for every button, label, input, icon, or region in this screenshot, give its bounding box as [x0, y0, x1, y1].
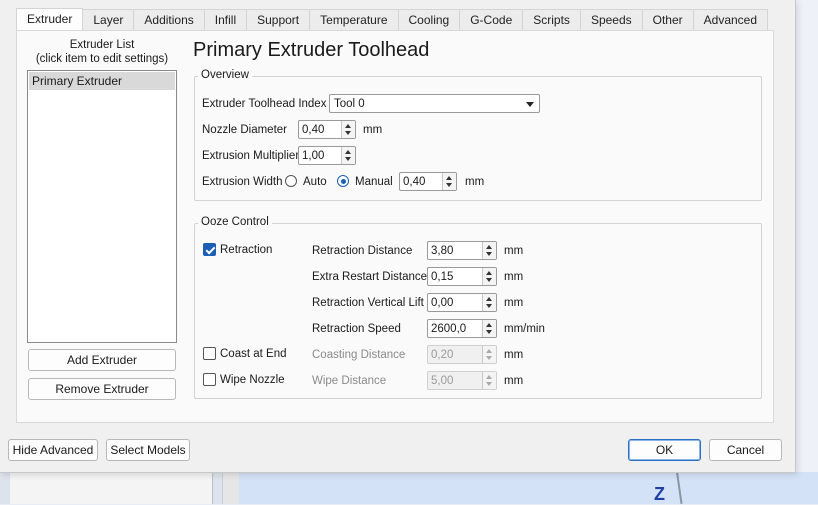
tab-other[interactable]: Other — [642, 9, 694, 31]
tab-extruder[interactable]: Extruder — [16, 8, 84, 31]
stepper-arrows-icon[interactable] — [341, 147, 355, 164]
coast-at-end-label: Coast at End — [220, 348, 287, 360]
extruder-list-header: Extruder List (click item to edit settin… — [27, 38, 177, 66]
tab-additions[interactable]: Additions — [134, 9, 205, 31]
tab-temperature[interactable]: Temperature — [310, 9, 399, 31]
page-title: Primary Extruder Toolhead — [193, 39, 430, 61]
extrusion-width-manual-label: Manual — [355, 176, 393, 188]
extruder-list[interactable]: Primary Extruder — [27, 70, 177, 343]
wipe-distance-stepper: 5,00 — [427, 371, 497, 390]
ooze-control-group-title: Ooze Control — [198, 216, 272, 228]
stepper-arrows-icon — [482, 372, 496, 389]
extrusion-width-label: Extrusion Width — [202, 176, 283, 188]
background-3d-viewport — [239, 472, 818, 504]
extrusion-width-auto-label: Auto — [303, 176, 327, 188]
settings-tab-bar: Extruder Layer Additions Infill Support … — [16, 8, 769, 31]
tab-speeds[interactable]: Speeds — [580, 9, 643, 31]
wipe-nozzle-label: Wipe Nozzle — [220, 374, 285, 386]
nozzle-diameter-unit: mm — [363, 124, 383, 136]
extruder-list-hint: (click item to edit settings) — [35, 53, 169, 65]
extrusion-width-manual-radio[interactable] — [337, 175, 349, 187]
nozzle-diameter-label: Nozzle Diameter — [202, 124, 287, 136]
retraction-vertical-lift-unit: mm — [504, 297, 524, 309]
wipe-nozzle-checkbox[interactable] — [203, 373, 216, 386]
retraction-checkbox[interactable] — [203, 243, 216, 256]
coasting-distance-unit: mm — [504, 349, 524, 361]
extrusion-multiplier-label: Extrusion Multiplier — [202, 150, 300, 162]
background-splitter — [222, 472, 240, 504]
z-axis-label: Z — [654, 484, 665, 504]
stepper-arrows-icon[interactable] — [482, 320, 496, 337]
coasting-distance-stepper: 0,20 — [427, 345, 497, 364]
chevron-down-icon — [526, 102, 534, 107]
retraction-distance-stepper[interactable]: 3,80 — [427, 241, 497, 260]
ok-button[interactable]: OK — [628, 439, 701, 461]
process-settings-dialog: Extruder Layer Additions Infill Support … — [0, 0, 796, 473]
wipe-distance-unit: mm — [504, 375, 524, 387]
wipe-distance-value: 5,00 — [431, 375, 454, 387]
coasting-distance-value: 0,20 — [431, 349, 454, 361]
extrusion-width-value: 0,40 — [403, 176, 426, 188]
tab-cooling[interactable]: Cooling — [398, 9, 461, 31]
extrusion-multiplier-value: 1,00 — [302, 150, 325, 162]
retraction-speed-stepper[interactable]: 2600,0 — [427, 319, 497, 338]
stepper-arrows-icon[interactable] — [442, 173, 456, 190]
retraction-vertical-lift-stepper[interactable]: 0,00 — [427, 293, 497, 312]
stepper-arrows-icon[interactable] — [482, 294, 496, 311]
retraction-vertical-lift-label: Retraction Vertical Lift — [312, 297, 424, 309]
extrusion-width-auto-radio[interactable] — [285, 175, 297, 187]
retraction-speed-value: 2600,0 — [431, 323, 467, 335]
nozzle-diameter-stepper[interactable]: 0,40 — [298, 120, 356, 139]
stepper-arrows-icon[interactable] — [341, 121, 355, 138]
tab-infill[interactable]: Infill — [204, 9, 248, 31]
extrusion-width-unit: mm — [465, 176, 485, 188]
coast-at-end-checkbox[interactable] — [203, 347, 216, 360]
retraction-speed-unit: mm/min — [504, 323, 545, 335]
tab-g-code[interactable]: G-Code — [460, 9, 524, 31]
extrusion-multiplier-stepper[interactable]: 1,00 — [298, 146, 356, 165]
extra-restart-distance-value: 0,15 — [431, 271, 454, 283]
tab-layer[interactable]: Layer — [83, 9, 135, 31]
tab-scripts[interactable]: Scripts — [523, 9, 581, 31]
overview-group-title: Overview — [198, 69, 252, 81]
tab-advanced[interactable]: Advanced — [693, 9, 769, 31]
stepper-arrows-icon[interactable] — [482, 242, 496, 259]
background-window-right — [795, 0, 818, 504]
nozzle-diameter-value: 0,40 — [302, 124, 325, 136]
toolhead-index-dropdown[interactable]: Tool 0 — [329, 94, 540, 113]
retraction-distance-label: Retraction Distance — [312, 245, 413, 257]
stepper-arrows-icon — [482, 346, 496, 363]
add-extruder-button[interactable]: Add Extruder — [28, 349, 176, 371]
select-models-button[interactable]: Select Models — [106, 439, 190, 461]
retraction-vertical-lift-value: 0,00 — [431, 297, 454, 309]
extra-restart-distance-stepper[interactable]: 0,15 — [427, 267, 497, 286]
wipe-distance-label: Wipe Distance — [312, 375, 387, 387]
hide-advanced-button[interactable]: Hide Advanced — [8, 439, 98, 461]
tab-support[interactable]: Support — [247, 9, 311, 31]
extruder-list-title: Extruder List — [69, 39, 135, 51]
extra-restart-distance-label: Extra Restart Distance — [312, 271, 428, 283]
coasting-distance-label: Coasting Distance — [312, 349, 406, 361]
remove-extruder-button[interactable]: Remove Extruder — [28, 378, 176, 400]
retraction-distance-unit: mm — [504, 245, 524, 257]
cancel-button[interactable]: Cancel — [709, 439, 782, 461]
background-side-panel — [10, 472, 213, 504]
extra-restart-distance-unit: mm — [504, 271, 524, 283]
toolhead-index-value: Tool 0 — [334, 98, 365, 110]
stepper-arrows-icon[interactable] — [482, 268, 496, 285]
retraction-speed-label: Retraction Speed — [312, 323, 401, 335]
toolhead-index-label: Extruder Toolhead Index — [202, 98, 327, 110]
retraction-distance-value: 3,80 — [431, 245, 454, 257]
retraction-label: Retraction — [220, 244, 273, 256]
extruder-list-item[interactable]: Primary Extruder — [29, 72, 175, 90]
extrusion-width-stepper[interactable]: 0,40 — [399, 172, 457, 191]
